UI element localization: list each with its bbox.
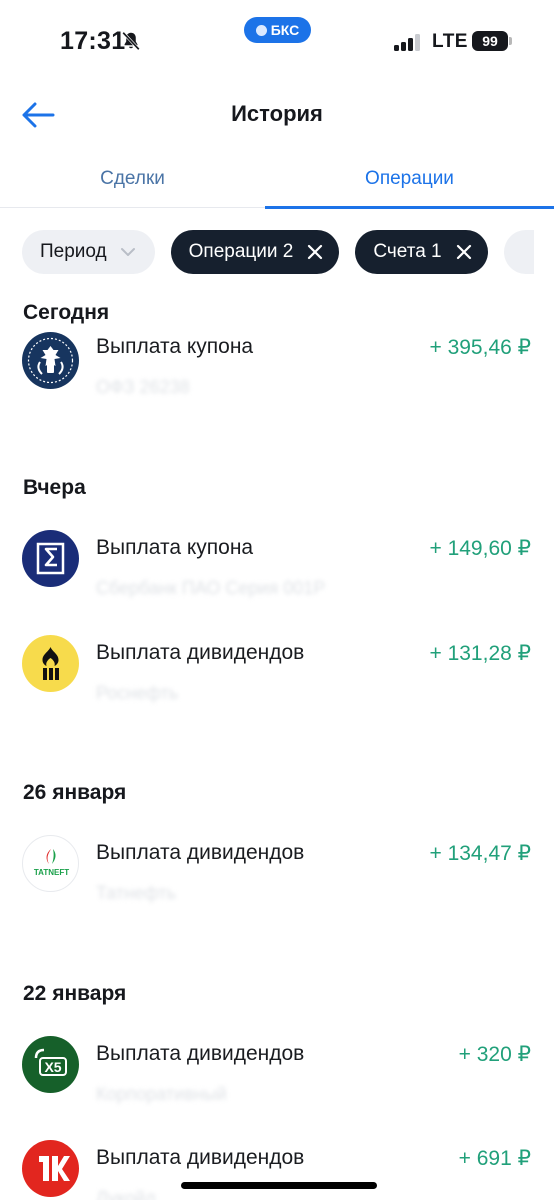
operations-filter-label: Операции 2 <box>188 241 294 262</box>
period-filter-label: Период <box>40 241 107 262</box>
operation-amount: + 149,60 ₽ <box>429 537 531 560</box>
tab-deals[interactable]: Сделки <box>0 150 265 208</box>
operation-row[interactable]: Выплата купона + 395,46 ₽ ОФЗ 26238 <box>0 330 554 420</box>
rosneft-icon <box>22 635 79 692</box>
tatneft-icon: TATNEFT <box>22 835 79 892</box>
filter-bar: Период Операции 2 Счета 1 <box>22 230 554 276</box>
operation-amount: + 320 ₽ <box>458 1043 531 1066</box>
battery-icon: 99 <box>472 31 508 51</box>
page-title: История <box>231 101 323 126</box>
bks-badge-label: БКС <box>270 22 300 38</box>
close-icon[interactable] <box>307 244 323 260</box>
x5-icon: X5 <box>22 1036 79 1093</box>
operation-title: Выплата дивидендов <box>96 841 305 864</box>
status-time: 17:31 <box>60 27 126 55</box>
operation-title: Выплата купона <box>96 536 254 559</box>
section-title-26-january: 26 января <box>23 781 127 804</box>
operation-subtitle: Роснефть <box>96 683 179 703</box>
tab-operations[interactable]: Операции <box>265 150 554 209</box>
operation-subtitle: Сбербанк ПАО Серия 001Р <box>96 578 326 598</box>
section-title-today: Сегодня <box>23 301 110 324</box>
period-filter-chip[interactable]: Период <box>22 230 155 274</box>
chevron-down-icon <box>120 248 135 256</box>
operation-subtitle: ОФЗ 26238 <box>96 377 190 397</box>
operation-subtitle: Татнефть <box>96 883 177 903</box>
battery-tip <box>509 37 512 45</box>
accounts-filter-label: Счета 1 <box>373 241 442 262</box>
operation-amount: + 691 ₽ <box>458 1147 531 1170</box>
operation-title: Выплата дивидендов <box>96 1042 305 1065</box>
bks-badge[interactable]: БКС <box>244 17 311 43</box>
operations-filter-chip[interactable]: Операции 2 <box>170 230 340 274</box>
operation-row[interactable]: Выплата купона + 149,60 ₽ Сбербанк ПАО С… <box>0 530 554 620</box>
bell-slash-icon <box>122 31 140 51</box>
bks-logo-icon <box>255 24 267 36</box>
operation-row[interactable]: X5 Выплата дивидендов + 320 ₽ Корпоратив… <box>0 1036 554 1126</box>
operation-amount: + 131,28 ₽ <box>429 642 531 665</box>
operation-row[interactable]: Выплата дивидендов + 131,28 ₽ Роснефть <box>0 635 554 725</box>
more-filter-chip[interactable] <box>503 230 534 274</box>
operation-title: Выплата дивидендов <box>96 1146 305 1169</box>
close-icon[interactable] <box>456 244 472 260</box>
network-label: LTE <box>432 31 468 52</box>
accounts-filter-chip[interactable]: Счета 1 <box>355 230 488 274</box>
status-bar: 17:31 БКС LTE 99 <box>0 0 554 80</box>
battery-level: 99 <box>482 33 498 49</box>
operation-subtitle: Лукойл <box>96 1188 156 1200</box>
section-title-22-january: 22 января <box>23 982 127 1005</box>
tatneft-logo-text: TATNEFT <box>34 868 69 877</box>
lukoil-icon <box>22 1140 79 1197</box>
x5-logo-text: X5 <box>44 1059 61 1075</box>
operation-title: Выплата дивидендов <box>96 641 305 664</box>
section-title-yesterday: Вчера <box>23 476 86 499</box>
operation-title: Выплата купона <box>96 335 254 358</box>
operation-subtitle: Корпоративный <box>96 1084 227 1104</box>
home-indicator[interactable] <box>181 1182 377 1189</box>
operation-amount: + 395,46 ₽ <box>429 336 531 359</box>
operation-row[interactable]: Выплата дивидендов + 691 ₽ Лукойл <box>0 1140 554 1200</box>
minfin-eagle-icon <box>22 332 79 389</box>
operation-amount: + 134,47 ₽ <box>429 842 531 865</box>
signal-icon <box>394 33 424 51</box>
bond-issuer-icon <box>22 530 79 587</box>
operation-row[interactable]: TATNEFT Выплата дивидендов + 134,47 ₽ Та… <box>0 835 554 925</box>
tab-bar: Сделки Операции <box>0 150 554 209</box>
